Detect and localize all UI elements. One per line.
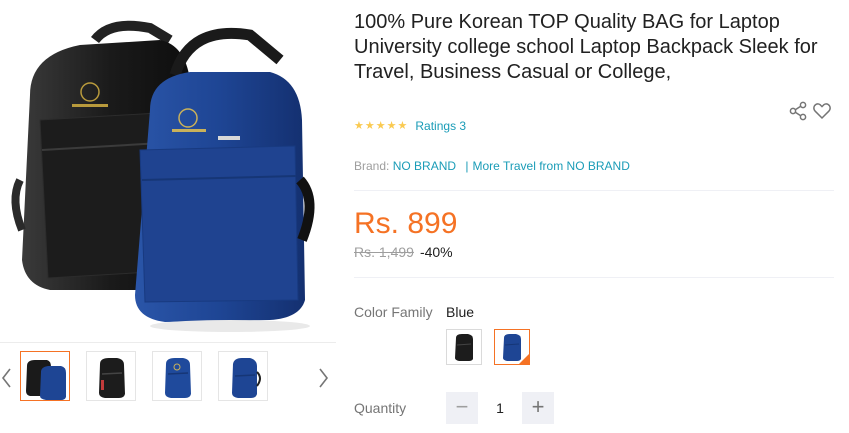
color-swatch-blue[interactable] xyxy=(494,329,530,365)
section-divider xyxy=(354,190,834,191)
share-icon[interactable] xyxy=(788,101,808,121)
brand-row: Brand: NO BRAND | More Travel from NO BRA… xyxy=(354,158,630,174)
quantity-input[interactable] xyxy=(482,392,518,424)
thumbnail-blue-backpack-angle[interactable] xyxy=(218,351,268,401)
star-icon: ★ xyxy=(397,120,408,132)
current-price: Rs. 899 xyxy=(354,207,458,240)
original-price-row: Rs. 1,499 -40% xyxy=(354,243,453,261)
color-family-selected: Blue xyxy=(446,304,475,320)
chevron-right-icon[interactable] xyxy=(316,364,330,392)
star-icon: ★ xyxy=(386,120,397,132)
heart-icon[interactable] xyxy=(812,101,832,121)
thumbnail-black-and-blue-backpacks[interactable] xyxy=(20,351,70,401)
brand-link[interactable]: NO BRAND xyxy=(393,159,456,173)
rating-row: ★ ★ ★ ★ ★ Ratings 3 xyxy=(354,117,466,135)
more-from-brand-link[interactable]: More Travel from NO BRAND xyxy=(473,159,630,173)
star-icon: ★ xyxy=(354,120,364,132)
ratings-link[interactable]: Ratings 3 xyxy=(415,119,466,133)
color-swatch-black[interactable] xyxy=(446,329,482,365)
share-wishlist-actions xyxy=(788,101,832,121)
quantity-increase-button[interactable]: + xyxy=(522,392,554,424)
discount-badge: -40% xyxy=(419,244,453,260)
rating-stars: ★ ★ ★ ★ ★ xyxy=(354,120,407,132)
original-price: Rs. 1,499 xyxy=(354,244,414,260)
section-divider xyxy=(354,277,834,278)
brand-separator: | xyxy=(465,159,469,173)
selected-check-icon xyxy=(519,354,529,364)
chevron-left-icon[interactable] xyxy=(0,364,14,392)
quantity-label: Quantity xyxy=(354,400,407,416)
product-title: 100% Pure Korean TOP Quality BAG for Lap… xyxy=(354,11,818,83)
quantity-decrease-button[interactable]: − xyxy=(446,392,478,424)
thumbnail-blue-backpack-front[interactable] xyxy=(152,351,202,401)
star-icon: ★ xyxy=(364,120,375,132)
product-gallery xyxy=(0,0,336,433)
thumbnail-black-backpack[interactable] xyxy=(86,351,136,401)
brand-label: Brand: xyxy=(354,159,390,173)
star-icon: ★ xyxy=(375,120,386,132)
main-product-image[interactable] xyxy=(0,0,336,340)
thumbnail-strip xyxy=(0,343,336,413)
color-family-label: Color Family xyxy=(354,304,433,320)
